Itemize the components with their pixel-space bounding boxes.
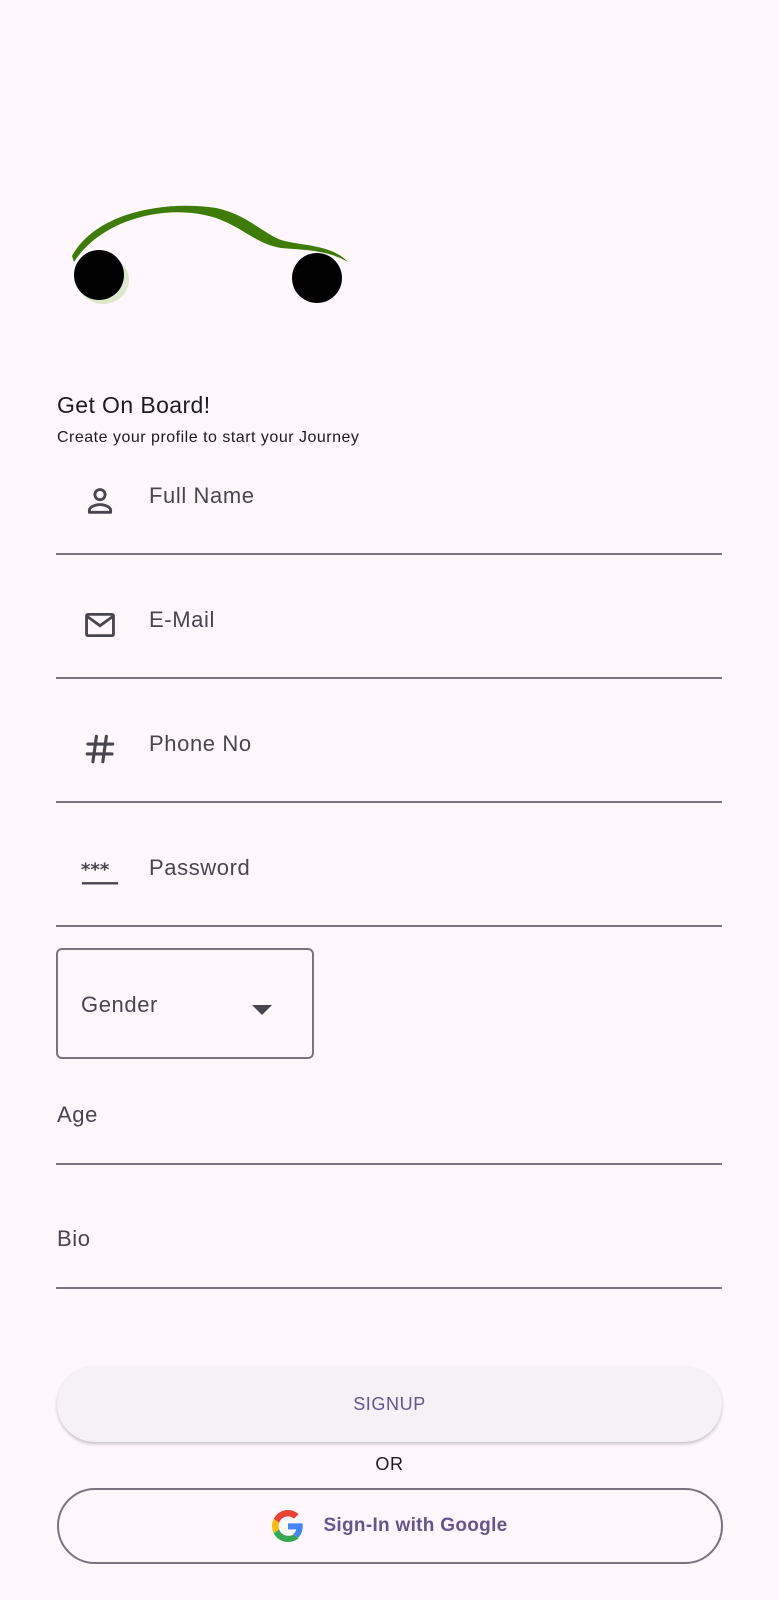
signup-button-label: SIGNUP (353, 1393, 426, 1414)
gender-dropdown[interactable]: Gender (56, 948, 314, 1059)
signup-screen: Get On Board! Create your profile to sta… (0, 0, 779, 1600)
age-label: Age (57, 1102, 98, 1127)
age-field[interactable]: Age (56, 1045, 722, 1165)
password-field[interactable]: *** Password (56, 807, 722, 927)
google-signin-button[interactable]: Sign-In with Google (57, 1488, 723, 1564)
hash-icon (80, 729, 120, 769)
phone-label: Phone No (149, 731, 252, 756)
dropdown-arrow-icon (252, 1002, 272, 1020)
password-icon: *** (80, 853, 120, 893)
svg-text:***: *** (81, 860, 110, 881)
person-icon (80, 481, 120, 521)
gender-label: Gender (81, 992, 158, 1017)
password-label: Password (149, 855, 251, 880)
bio-field[interactable]: Bio (56, 1169, 722, 1289)
mail-icon (80, 605, 120, 645)
email-field[interactable]: E-Mail (56, 559, 722, 679)
full-name-field[interactable]: Full Name (56, 435, 722, 555)
google-logo-icon (272, 1510, 304, 1542)
or-divider-text: OR (375, 1454, 404, 1474)
car-logo-icon (72, 205, 348, 304)
page-title: Get On Board! (57, 392, 211, 418)
phone-field[interactable]: Phone No (56, 683, 722, 803)
email-label: E-Mail (149, 607, 215, 632)
signup-button[interactable]: SIGNUP (57, 1366, 722, 1442)
bio-label: Bio (57, 1226, 91, 1251)
google-signin-label: Sign-In with Google (323, 1515, 508, 1536)
full-name-label: Full Name (149, 483, 255, 508)
